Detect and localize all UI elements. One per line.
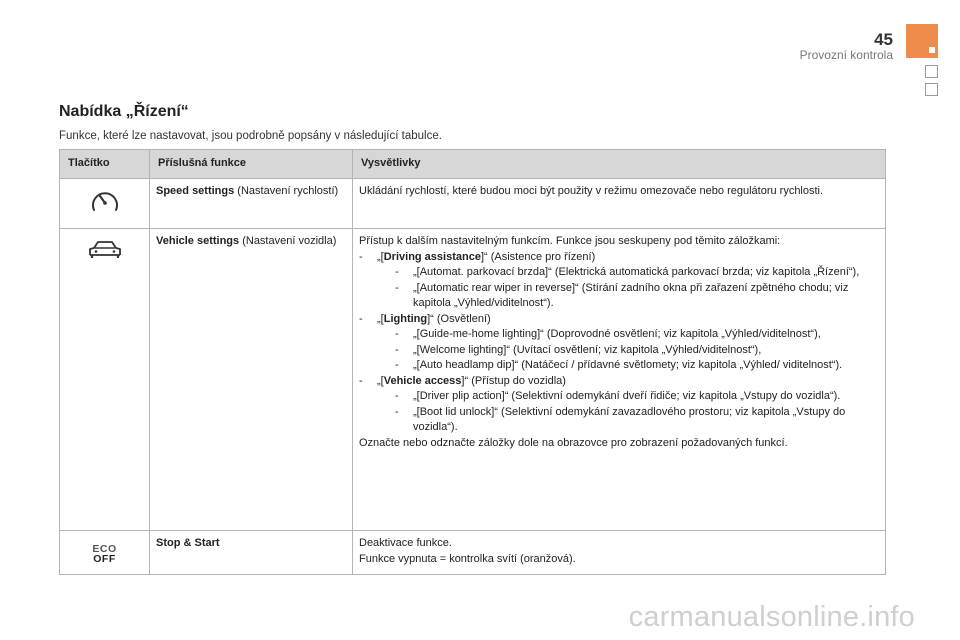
list-item: - „[Lighting]“ (Osvětlení) - „[Guide-me-ho… — [359, 312, 879, 374]
group-name: Driving assistance — [383, 250, 481, 263]
page-number: 45 — [874, 30, 893, 49]
list-item: - „[Vehicle access]“ (Přístup do vozidla)… — [359, 374, 879, 436]
function-desc: (Nastavení rychlostí) — [234, 185, 339, 197]
list-item: - „[Welcome lighting]“ (Uvítací osvětlení… — [395, 343, 762, 356]
column-header-button: Tlačítko — [59, 149, 150, 179]
function-name: Vehicle settings — [156, 235, 240, 247]
function-name: Stop & Start — [156, 537, 220, 549]
table-row: ECO OFF Stop & Start Deaktivace funkce. … — [59, 530, 886, 575]
function-desc: (Nastavení vozidla) — [239, 235, 337, 247]
column-header-function: Příslušná funkce — [149, 149, 353, 179]
explanation-cell: Přístup k dalším nastavitelným funkcím. … — [352, 228, 886, 531]
chapter-tab-marker — [925, 83, 938, 96]
table-header-row: Tlačítko Příslušná funkce Vysvětlivky — [59, 149, 886, 179]
function-cell: Speed settings (Nastavení rychlostí) — [149, 178, 353, 229]
list-item: - „[Automatic rear wiper in reverse]“ (St… — [395, 281, 849, 310]
explanation-cell: Ukládání rychlostí, které budou moci být… — [352, 178, 886, 229]
list-item: - „[Guide-me-home lighting]“ (Doprovodné … — [395, 328, 821, 340]
button-cell — [59, 228, 150, 531]
list-item: - „[Boot lid unlock]“ (Selektivní odemyká… — [395, 405, 846, 434]
watermark: carmanualsonline.info — [628, 601, 915, 633]
table-row: Vehicle settings (Nastavení vozidla) Pří… — [59, 228, 886, 531]
list-item: - „[Driving assistance]“ (Asistence pro ř… — [359, 250, 879, 312]
explanation-intro: Přístup k dalším nastavitelným funkcím. … — [359, 235, 781, 247]
intro-text: Funkce, které lze nastavovat, jsou podro… — [59, 130, 442, 142]
settings-table: Tlačítko Příslušná funkce Vysvětlivky Sp… — [59, 149, 886, 575]
button-cell — [59, 178, 150, 229]
function-name: Speed settings — [156, 185, 235, 197]
chapter-tab-marker — [925, 65, 938, 78]
group-name: Lighting — [383, 312, 428, 325]
section-label: Provozní kontrola — [799, 48, 893, 62]
chapter-tab-active — [906, 24, 938, 58]
explanation-outro: Označte nebo odznačte záložky dole na ob… — [359, 436, 788, 449]
table-row: Speed settings (Nastavení rychlostí) Ukl… — [59, 178, 886, 229]
explanation-cell: Deaktivace funkce. Funkce vypnuta = kont… — [352, 530, 886, 575]
function-cell: Vehicle settings (Nastavení vozidla) — [149, 228, 353, 531]
column-header-explanation: Vysvětlivky — [352, 149, 886, 179]
list-item: - „[Auto headlamp dip]“ (Natáčecí / přída… — [395, 359, 843, 371]
explanation-line: Deaktivace funkce. — [359, 537, 452, 549]
page-title: Nabídka „Řízení“ — [59, 103, 189, 120]
list-item: - „[Driver plip action]“ (Selektivní odem… — [395, 390, 841, 402]
speedometer-icon — [89, 188, 121, 220]
tab-group-list: - „[Driving assistance]“ (Asistence pro ř… — [359, 250, 879, 436]
group-name: Vehicle access — [383, 374, 462, 387]
car-icon — [87, 238, 123, 266]
explanation-line: Funkce vypnuta = kontrolka svítí (oranžo… — [359, 552, 576, 565]
function-cell: Stop & Start — [149, 530, 353, 575]
eco-off-icon: ECO OFF — [92, 543, 117, 565]
list-item: - „[Automat. parkovací brzda]“ (Elektrick… — [395, 266, 860, 278]
button-cell: ECO OFF — [59, 530, 150, 575]
